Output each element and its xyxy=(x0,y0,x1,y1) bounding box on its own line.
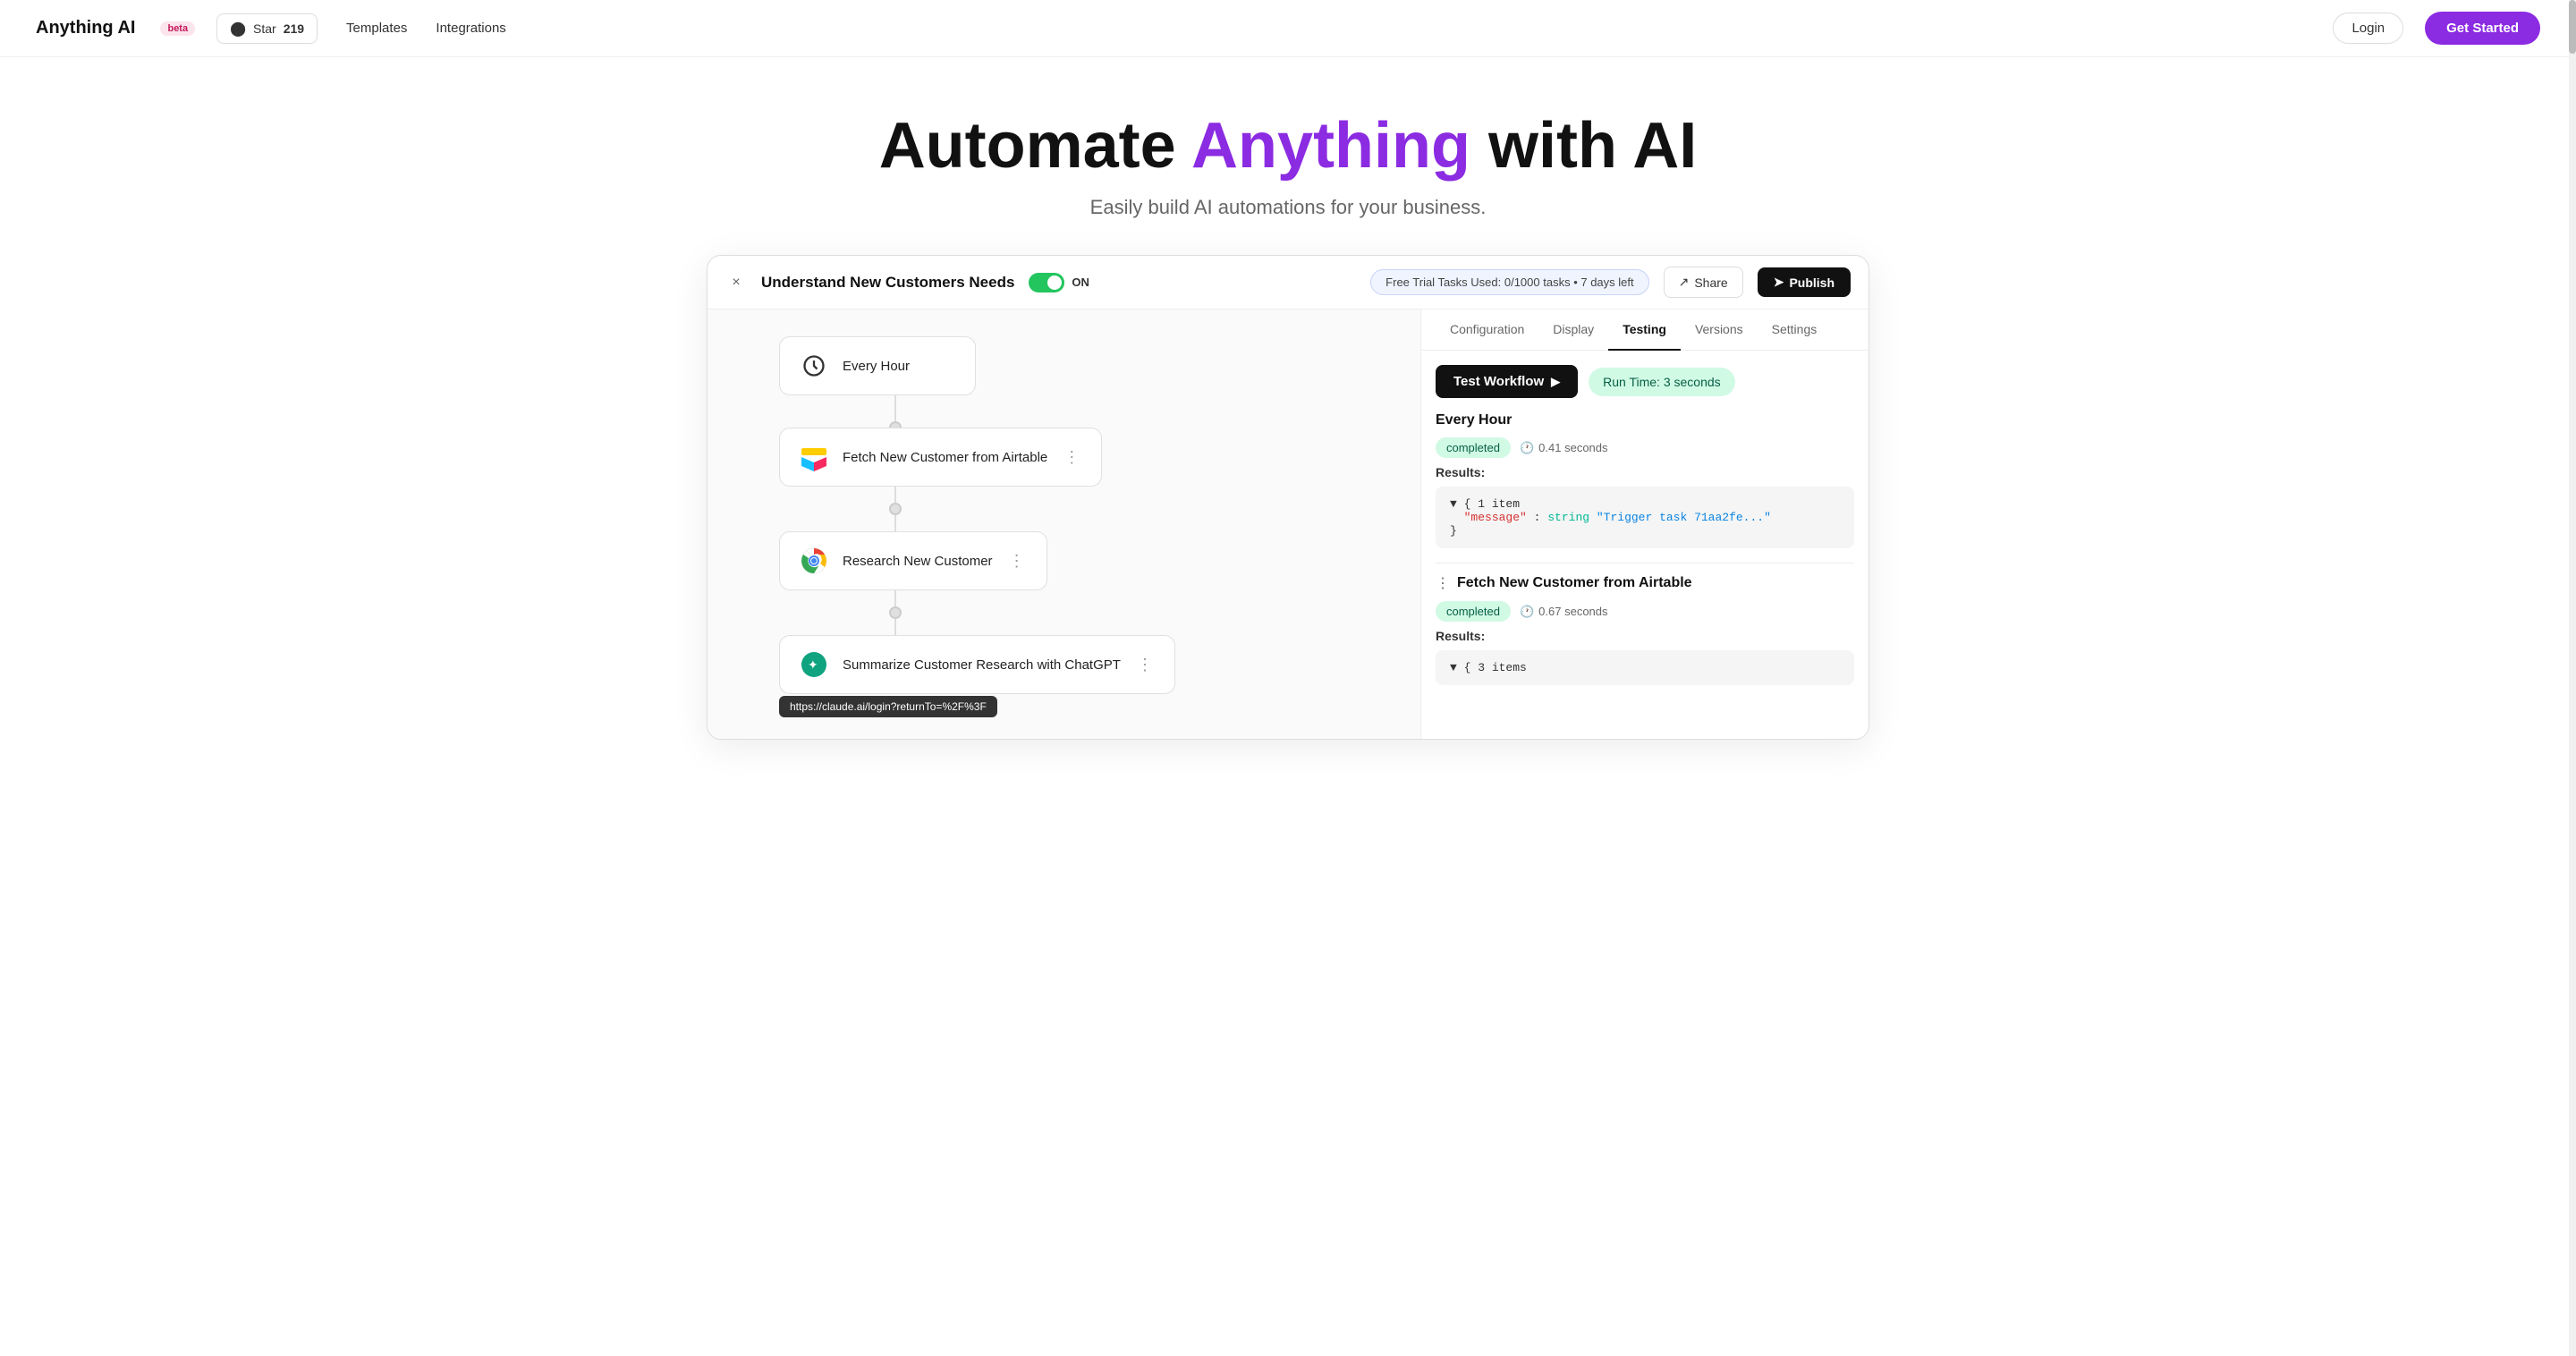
tab-versions[interactable]: Versions xyxy=(1681,309,1758,351)
play-icon: ▶ xyxy=(1551,375,1560,389)
github-icon: ⬤ xyxy=(230,20,246,38)
section-title-airtable: Fetch New Customer from Airtable xyxy=(1457,575,1692,591)
workflow-title: Understand New Customers Needs xyxy=(761,274,1014,292)
clock-icon xyxy=(798,350,830,382)
svg-text:✦: ✦ xyxy=(808,657,818,672)
connector-dot-3 xyxy=(889,606,902,619)
chatgpt-icon: ✦ xyxy=(798,648,830,681)
nav-templates[interactable]: Templates xyxy=(346,21,407,36)
test-workflow-bar: Test Workflow ▶ Run Time: 3 seconds xyxy=(1436,365,1854,398)
node-research-menu[interactable]: ⋮ xyxy=(1005,550,1029,572)
section-2-header: ⋮ Fetch New Customer from Airtable xyxy=(1436,574,1854,592)
hero-subtitle: Easily build AI automations for your bus… xyxy=(18,196,2558,219)
status-row-airtable: completed 🕐 0.67 seconds xyxy=(1436,601,1854,622)
hero-title-suffix: with AI xyxy=(1470,110,1697,182)
right-panel: Configuration Display Testing Versions S… xyxy=(1421,309,1868,739)
connector-2 xyxy=(894,487,896,531)
login-button[interactable]: Login xyxy=(2333,13,2403,44)
section-title-every-hour: Every Hour xyxy=(1436,412,1854,428)
scrollbar-thumb[interactable] xyxy=(2569,0,2576,54)
test-workflow-button[interactable]: Test Workflow ▶ xyxy=(1436,365,1578,398)
clock-small-icon: 🕐 xyxy=(1520,441,1534,455)
node-airtable[interactable]: Fetch New Customer from Airtable ⋮ xyxy=(779,428,1102,487)
nav-beta-badge: beta xyxy=(160,21,195,36)
node-airtable-menu[interactable]: ⋮ xyxy=(1060,446,1083,469)
star-label: Star xyxy=(253,21,276,36)
navbar: Anything AI beta ⬤ Star 219 Templates In… xyxy=(0,0,2576,57)
test-workflow-label: Test Workflow xyxy=(1453,374,1544,389)
node-every-hour[interactable]: Every Hour xyxy=(779,336,976,395)
code-block-every-hour: ▼ { 1 item "message" : string "Trigger t… xyxy=(1436,487,1854,548)
node-airtable-label: Fetch New Customer from Airtable xyxy=(843,450,1047,465)
time-badge-airtable: 🕐 0.67 seconds xyxy=(1520,605,1608,619)
app-content: Every Hour Fetch New Customer xyxy=(708,309,1868,739)
airtable-icon xyxy=(798,441,830,473)
nav-integrations[interactable]: Integrations xyxy=(436,21,505,36)
hero-section: Automate Anything with AI Easily build A… xyxy=(0,57,2576,255)
canvas-panel[interactable]: Every Hour Fetch New Customer xyxy=(708,309,1421,739)
divider-1 xyxy=(1436,563,1854,564)
share-button[interactable]: ↗ Share xyxy=(1664,267,1743,298)
connector-1 xyxy=(894,395,896,428)
node-research-label: Research New Customer xyxy=(843,554,993,569)
panel-body[interactable]: Test Workflow ▶ Run Time: 3 seconds Ever… xyxy=(1421,351,1868,739)
toggle-thumb xyxy=(1047,275,1062,290)
hero-title-prefix: Automate xyxy=(879,110,1191,182)
app-window: × Understand New Customers Needs ON Free… xyxy=(707,255,1869,740)
close-button[interactable]: × xyxy=(725,272,747,293)
publish-button[interactable]: ➤ Publish xyxy=(1758,267,1851,297)
tab-display[interactable]: Display xyxy=(1538,309,1608,351)
share-icon: ↗ xyxy=(1679,275,1690,290)
chrome-icon xyxy=(798,545,830,577)
hero-title-accent: Anything xyxy=(1191,110,1470,182)
toggle-track[interactable] xyxy=(1029,273,1064,292)
app-topbar: × Understand New Customers Needs ON Free… xyxy=(708,256,1868,309)
tab-testing[interactable]: Testing xyxy=(1608,309,1681,351)
time-badge-every-hour: 🕐 0.41 seconds xyxy=(1520,441,1608,455)
runtime-badge: Run Time: 3 seconds xyxy=(1589,368,1735,396)
node-chatgpt[interactable]: ✦ Summarize Customer Research with ChatG… xyxy=(779,635,1175,694)
publish-icon: ➤ xyxy=(1774,275,1784,290)
connector-dot-2 xyxy=(889,503,902,515)
star-count: 219 xyxy=(284,21,304,36)
section-2-toggle-icon[interactable]: ⋮ xyxy=(1436,574,1450,592)
trial-badge: Free Trial Tasks Used: 0/1000 tasks • 7 … xyxy=(1370,269,1648,295)
nav-logo: Anything AI xyxy=(36,18,135,38)
node-chatgpt-label: Summarize Customer Research with ChatGPT xyxy=(843,657,1121,673)
node-research[interactable]: Research New Customer ⋮ xyxy=(779,531,1047,590)
panel-tabs: Configuration Display Testing Versions S… xyxy=(1421,309,1868,351)
connector-3 xyxy=(894,590,896,635)
toggle-label: ON xyxy=(1072,275,1089,289)
tab-configuration[interactable]: Configuration xyxy=(1436,309,1538,351)
results-label-2: Results: xyxy=(1436,629,1854,643)
nav-links: Templates Integrations xyxy=(346,21,506,36)
clock-small-icon-2: 🕐 xyxy=(1520,605,1534,619)
page-scrollbar[interactable] xyxy=(2569,0,2576,1356)
workflow-toggle[interactable]: ON xyxy=(1029,273,1089,292)
status-badge-every-hour: completed xyxy=(1436,437,1511,458)
status-row-every-hour: completed 🕐 0.41 seconds xyxy=(1436,437,1854,458)
code-block-airtable: ▼ { 3 items xyxy=(1436,650,1854,685)
get-started-button[interactable]: Get Started xyxy=(2425,12,2540,45)
status-badge-airtable: completed xyxy=(1436,601,1511,622)
node-every-hour-label: Every Hour xyxy=(843,359,910,374)
url-tooltip: https://claude.ai/login?returnTo=%2F%3F xyxy=(779,696,997,717)
tab-settings[interactable]: Settings xyxy=(1758,309,1832,351)
star-button[interactable]: ⬤ Star 219 xyxy=(216,13,318,44)
workflow-nodes: Every Hour Fetch New Customer xyxy=(779,336,1175,694)
results-label-1: Results: xyxy=(1436,465,1854,479)
hero-title: Automate Anything with AI xyxy=(18,111,2558,182)
node-chatgpt-menu[interactable]: ⋮ xyxy=(1133,654,1157,676)
